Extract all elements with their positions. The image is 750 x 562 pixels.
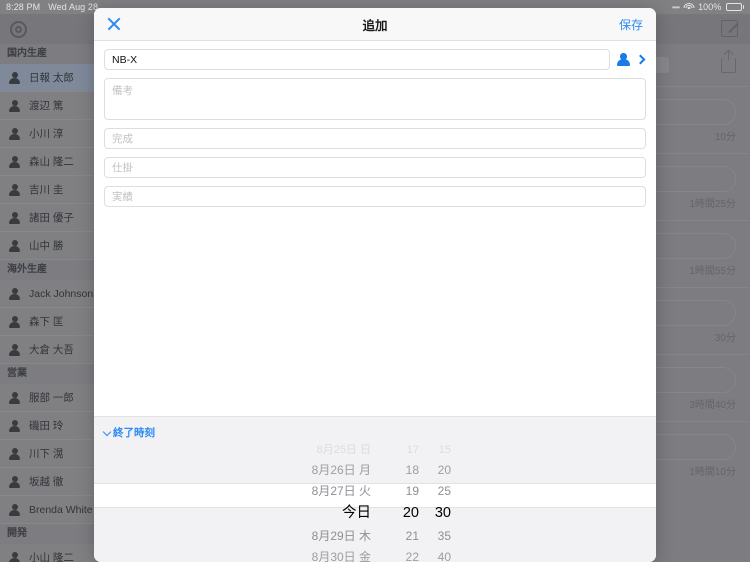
end-time-label: 終了時刻	[113, 427, 155, 439]
picker-wheel-date[interactable]: 8月25日 日8月26日 月8月27日 火今日8月29日 木8月30日 金8月3…	[253, 440, 371, 562]
picker-cell[interactable]: 21	[371, 526, 419, 546]
modal-header: 追加 保存	[94, 8, 656, 41]
picker-wheels: 8月25日 日8月26日 月8月27日 火今日8月29日 木8月30日 金8月3…	[94, 440, 656, 562]
title-field[interactable]: NB-X	[104, 49, 610, 70]
picker-cell[interactable]: 20	[371, 501, 419, 526]
modal-form: NB-X 備考完成仕掛実績	[94, 41, 656, 416]
complete-field-row: 完成	[104, 128, 646, 149]
picker-cell[interactable]: 30	[423, 501, 451, 526]
picker-cell[interactable]: 今日	[253, 501, 371, 526]
picker-cell[interactable]: 8月29日 木	[253, 526, 371, 546]
picker-cell[interactable]: 18	[371, 460, 419, 480]
wip-field[interactable]: 仕掛	[104, 157, 646, 178]
modal-title: 追加	[362, 18, 388, 33]
picker-cell[interactable]: 19	[371, 481, 419, 501]
add-entry-modal: 追加 保存 NB-X 備考 完成 仕掛 実績 終了時刻 8月25日 日 8月26日 月 8月…	[94, 8, 656, 562]
complete-field[interactable]: 完成	[104, 128, 646, 149]
modal-footer: 終了時刻 8月25日 日 8月26日 月 8月27日 火今日 8月29日 木 8月30日…	[94, 416, 656, 562]
title-field-row: NB-X	[104, 49, 646, 70]
app-root: 8:28 PM Wed Aug 28 •••• 100% ユーザ 国内生産日報 …	[0, 0, 750, 562]
note-field-row: 備考	[104, 78, 646, 120]
person-icon[interactable]	[617, 53, 630, 66]
picker-cell[interactable]: 8月30日 金	[253, 547, 371, 562]
picker-cell[interactable]: 8月26日 月	[253, 460, 371, 480]
datetime-picker[interactable]: 8月25日 日8月26日 月8月27日 火今日8月29日 木8月30日 金8月3…	[94, 440, 656, 562]
picker-cell[interactable]: 22	[371, 547, 419, 562]
picker-cell[interactable]: 8月27日 火	[253, 481, 371, 501]
picker-cell[interactable]: 25	[423, 481, 451, 501]
arrow-down-icon	[102, 427, 112, 436]
result-field-row: 実績	[104, 186, 646, 207]
chevron-right-icon[interactable]	[635, 54, 646, 65]
picker-wheel-minute[interactable]: 15202530354045	[423, 440, 497, 562]
note-field[interactable]: 備考	[104, 78, 646, 120]
picker-cell[interactable]: 17	[371, 440, 419, 460]
picker-cell[interactable]: 8月25日 日	[253, 440, 371, 460]
wip-field-row: 仕掛	[104, 157, 646, 178]
picker-cell[interactable]: 35	[423, 526, 451, 546]
picker-cell[interactable]: 15	[423, 440, 451, 460]
picker-cell[interactable]: 20	[423, 460, 451, 480]
save-button[interactable]: 保存	[619, 16, 643, 33]
end-time-label-group[interactable]: 終了時刻	[102, 425, 155, 440]
picker-cell[interactable]: 40	[423, 547, 451, 562]
result-field[interactable]: 実績	[104, 186, 646, 207]
picker-wheel-hour[interactable]: 17181920212223	[371, 440, 423, 562]
